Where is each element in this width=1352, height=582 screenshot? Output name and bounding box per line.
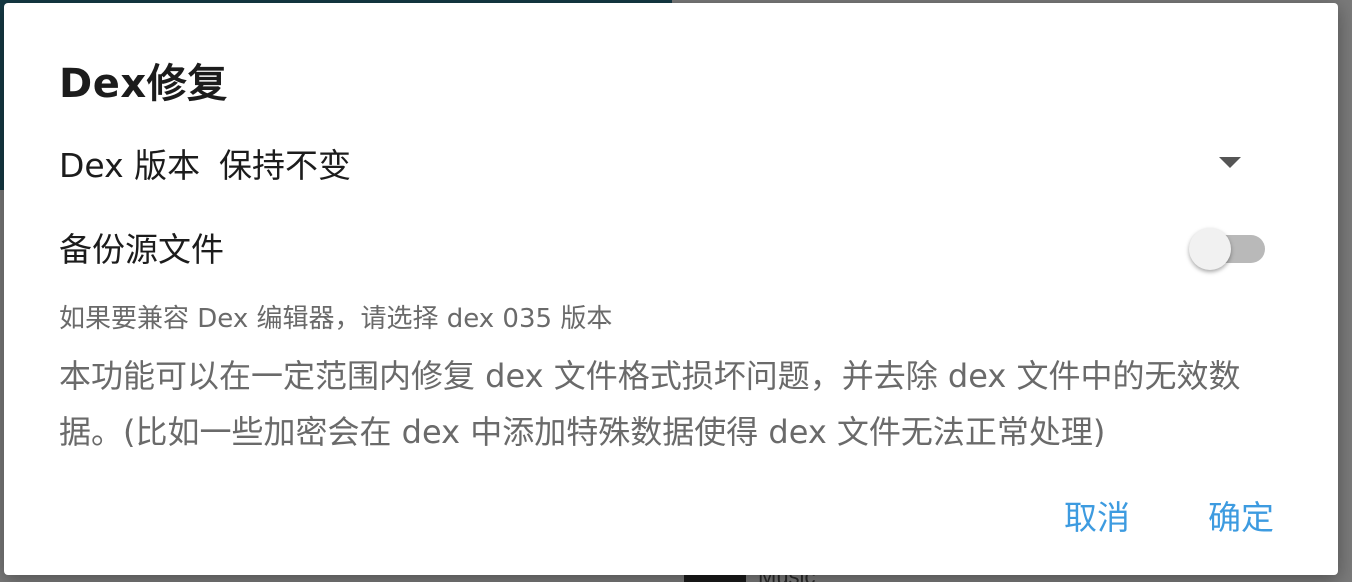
cancel-button[interactable]: 取消 [1064,491,1130,539]
backup-source-row: 备份源文件 [59,221,1269,273]
dialog-title: Dex修复 [59,61,228,107]
toggle-thumb[interactable] [1189,228,1231,270]
confirm-button[interactable]: 确定 [1208,491,1274,539]
dex-version-label: Dex 版本 [59,146,201,185]
feature-description: 本功能可以在一定范围内修复 dex 文件格式损坏问题，并去除 dex 文件中的无… [59,357,1241,451]
dex-repair-dialog: Dex修复 Dex 版本 保持不变 备份源文件 如果要兼容 Dex 编辑器，请选… [4,3,1338,575]
dropdown-arrow-icon[interactable] [1219,157,1241,168]
backup-source-label: 备份源文件 [59,230,224,269]
backup-source-toggle[interactable] [1189,227,1265,270]
dex-version-value[interactable]: 保持不变 [219,139,351,187]
dex-version-selector[interactable]: Dex 版本 保持不变 [59,137,1259,189]
compatibility-hint: 如果要兼容 Dex 编辑器，请选择 dex 035 版本 [59,304,613,334]
